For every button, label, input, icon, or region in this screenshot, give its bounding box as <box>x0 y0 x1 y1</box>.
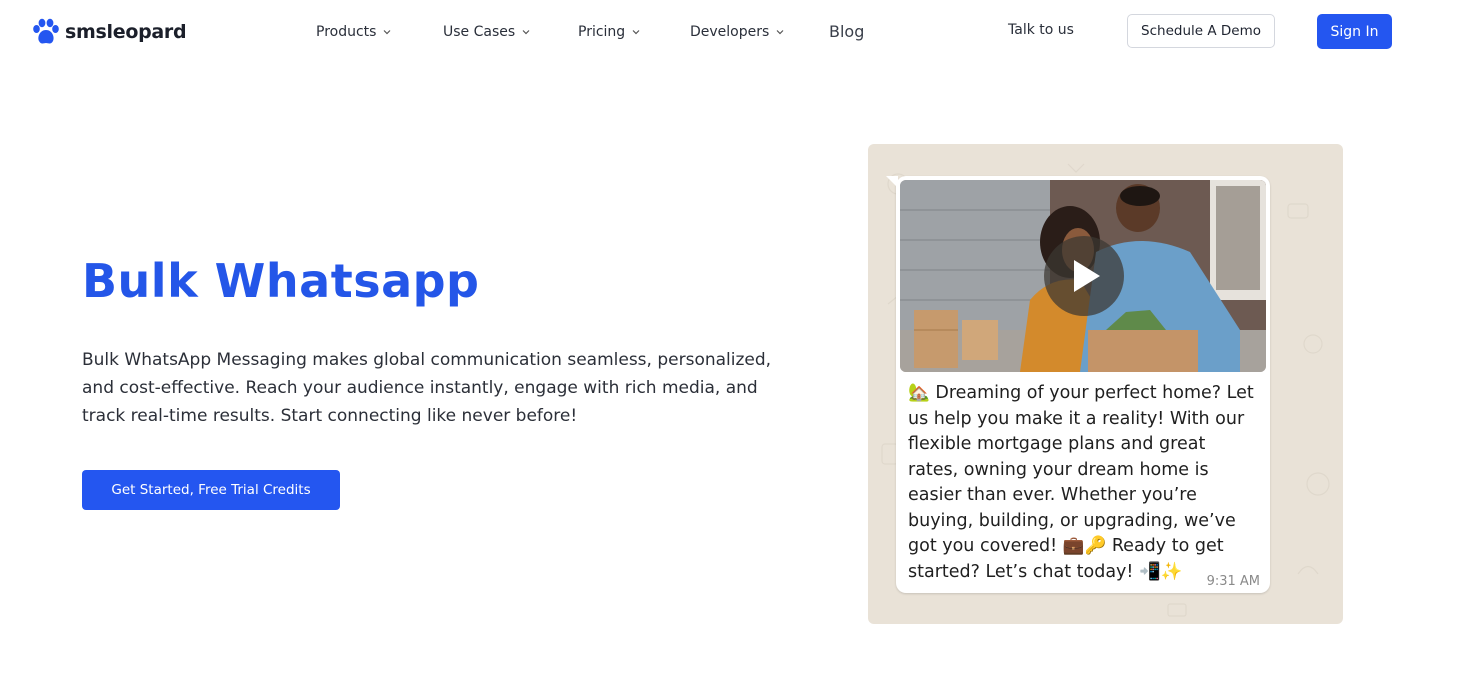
nav-label: Products <box>316 24 377 40</box>
get-started-button[interactable]: Get Started, Free Trial Credits <box>82 470 340 510</box>
whatsapp-chat-preview: 🏡 Dreaming of your perfect home? Let us … <box>868 144 1343 624</box>
nav-pricing[interactable]: Pricing <box>578 22 641 42</box>
message-text: 🏡 Dreaming of your perfect home? Let us … <box>908 383 1254 582</box>
hero-description: Bulk WhatsApp Messaging makes global com… <box>82 350 772 426</box>
bubble-tail <box>886 176 898 188</box>
nav-blog[interactable]: Blog <box>829 21 864 41</box>
site-header: smsleopard Products Use Cases Pricing De… <box>0 0 1469 64</box>
chevron-down-icon <box>522 30 530 35</box>
talk-to-us-link[interactable]: Talk to us <box>1008 22 1074 38</box>
chevron-down-icon <box>632 30 640 35</box>
schedule-demo-button[interactable]: Schedule A Demo <box>1127 14 1275 48</box>
message-bubble: 🏡 Dreaming of your perfect home? Let us … <box>886 176 1270 593</box>
video-thumbnail[interactable] <box>900 180 1266 372</box>
nav-label: Pricing <box>578 24 626 40</box>
hero-title: Bulk Whatsapp <box>82 254 480 308</box>
play-icon[interactable] <box>1044 236 1124 316</box>
nav-use-cases[interactable]: Use Cases <box>443 22 531 42</box>
sign-in-button[interactable]: Sign In <box>1317 14 1392 49</box>
message-time: 9:31 AM <box>1206 574 1260 589</box>
nav-label: Blog <box>829 21 865 41</box>
nav-products[interactable]: Products <box>316 22 392 42</box>
nav-label: Use Cases <box>443 24 516 40</box>
chevron-down-icon <box>776 30 784 35</box>
nav-label: Developers <box>690 24 770 40</box>
nav-developers[interactable]: Developers <box>690 22 785 42</box>
chevron-down-icon <box>384 30 391 35</box>
